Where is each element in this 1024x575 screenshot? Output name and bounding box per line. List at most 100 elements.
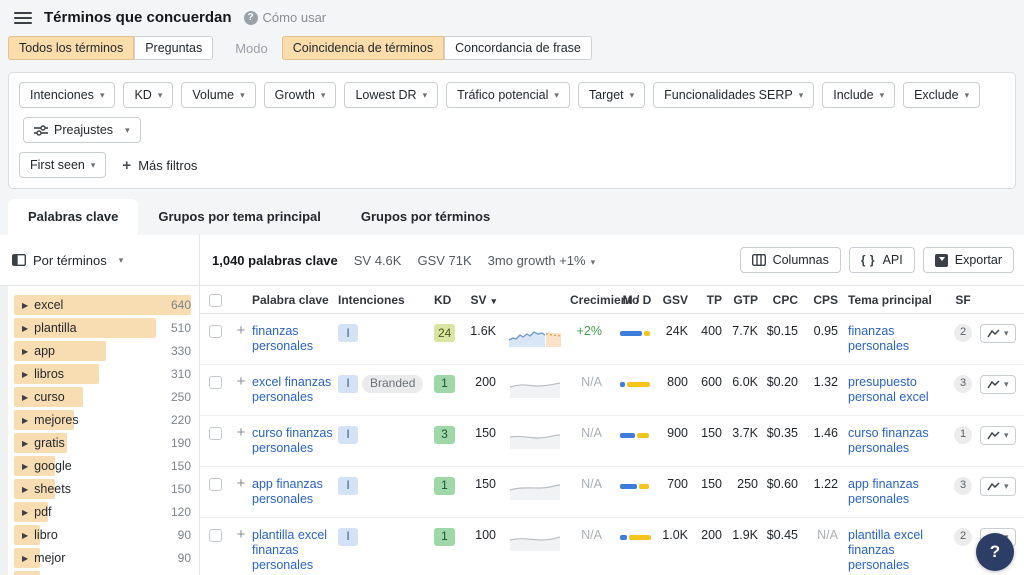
segment-all-terms[interactable]: Todos los términos xyxy=(8,36,134,60)
position-history-button[interactable]: ▾ xyxy=(980,375,1016,394)
serp-features-badge: 2 xyxy=(954,324,972,342)
sidebar-term-item[interactable]: ▶ apps 80 xyxy=(14,570,191,575)
sidebar-term-item[interactable]: ▶ pdf 120 xyxy=(14,501,191,523)
parent-topic-link[interactable]: plantilla excel finanzas personales xyxy=(848,528,948,574)
term-label: plantilla xyxy=(34,321,76,335)
filter-pill[interactable]: Tráfico potencial▾ xyxy=(446,82,570,108)
presets-button[interactable]: Preajustes▾ xyxy=(23,117,141,143)
col-topic[interactable]: Tema principal xyxy=(842,293,948,307)
tab-groups-terms[interactable]: Grupos por términos xyxy=(341,199,510,235)
filter-pill[interactable]: Target▾ xyxy=(578,82,645,108)
keyword-link[interactable]: finanzas personales xyxy=(252,324,338,355)
gsv-value: 700 xyxy=(660,477,700,493)
growth-value: N/A xyxy=(570,477,614,493)
col-intents[interactable]: Intenciones xyxy=(338,293,434,307)
col-kd[interactable]: KD xyxy=(434,293,468,307)
position-history-button[interactable]: ▾ xyxy=(980,324,1016,343)
segment-phrase-match[interactable]: Concordancia de frase xyxy=(444,36,592,60)
col-md[interactable]: M / D xyxy=(614,293,660,307)
segment-terms-match[interactable]: Coincidencia de términos xyxy=(282,36,444,60)
sidebar-term-item[interactable]: ▶ plantilla 510 xyxy=(14,317,191,339)
filter-pill[interactable]: Include▾ xyxy=(822,82,895,108)
menu-icon[interactable] xyxy=(14,12,32,24)
keyword-link[interactable]: excel finanzas personales xyxy=(252,375,338,406)
keyword-link[interactable]: app finanzas personales xyxy=(252,477,338,508)
col-sf[interactable]: SF xyxy=(948,293,978,307)
sidebar-scrollbar-track[interactable] xyxy=(0,286,8,575)
trend-sparkline xyxy=(508,477,570,504)
row-checkbox[interactable] xyxy=(209,325,222,338)
row-checkbox[interactable] xyxy=(209,376,222,389)
line-chart-icon xyxy=(987,482,1000,491)
position-history-button[interactable]: ▾ xyxy=(980,477,1016,496)
term-count: 330 xyxy=(171,344,191,358)
first-seen-pill[interactable]: First seen▾ xyxy=(19,152,106,178)
sidebar-term-item[interactable]: ▶ sheets 150 xyxy=(14,478,191,500)
parent-topic-link[interactable]: presupuesto personal excel xyxy=(848,375,948,406)
col-sv[interactable]: SV▾ xyxy=(468,293,508,307)
col-growth[interactable]: Crecimiento xyxy=(570,293,614,307)
chevron-down-icon: ▾ xyxy=(91,160,96,171)
filter-pill[interactable]: KD▾ xyxy=(123,82,173,108)
cpc-value: $0.15 xyxy=(766,324,806,340)
position-history-button[interactable]: ▾ xyxy=(980,426,1016,445)
view-selector-cell: Por términos▾ xyxy=(0,235,200,285)
sidebar-term-item[interactable]: ▶ mejor 90 xyxy=(14,547,191,569)
sidebar-term-item[interactable]: ▶ excel 640 xyxy=(14,294,191,316)
row-checkbox[interactable] xyxy=(209,478,222,491)
columns-button[interactable]: Columnas xyxy=(740,247,841,273)
sidebar-term-item[interactable]: ▶ gratis 190 xyxy=(14,432,191,454)
mode-bar: Todos los términos Preguntas Modo Coinci… xyxy=(0,32,1024,70)
kd-badge: 3 xyxy=(434,426,455,444)
tab-keywords[interactable]: Palabras clave xyxy=(8,199,138,235)
sidebar-term-item[interactable]: ▶ libros 310 xyxy=(14,363,191,385)
add-to-list-icon[interactable]: + xyxy=(230,528,252,541)
help-button[interactable]: ? xyxy=(976,533,1014,571)
row-checkbox[interactable] xyxy=(209,427,222,440)
growth-dropdown[interactable]: 3mo growth +1%▾ xyxy=(488,253,595,268)
keyword-link[interactable]: curso finanzas personales xyxy=(252,426,338,457)
sidebar-term-item[interactable]: ▶ curso 250 xyxy=(14,386,191,408)
export-button[interactable]: Exportar xyxy=(923,247,1014,273)
col-gsv[interactable]: GSV xyxy=(660,293,700,307)
how-to-use-link[interactable]: ? Cómo usar xyxy=(244,10,327,25)
parent-topic-link[interactable]: app finanzas personales xyxy=(848,477,948,508)
mobile-desktop-bar xyxy=(620,535,656,540)
sidebar-term-item[interactable]: ▶ libro 90 xyxy=(14,524,191,546)
term-label: libros xyxy=(34,367,64,381)
tp-value: 150 xyxy=(700,426,730,442)
filter-pill[interactable]: Intenciones▾ xyxy=(19,82,115,108)
sidebar-term-item[interactable]: ▶ google 150 xyxy=(14,455,191,477)
mobile-desktop-bar xyxy=(620,382,656,387)
sidebar-term-item[interactable]: ▶ app 330 xyxy=(14,340,191,362)
add-to-list-icon[interactable]: + xyxy=(230,426,252,439)
add-to-list-icon[interactable]: + xyxy=(230,375,252,388)
filter-pill[interactable]: Exclude▾ xyxy=(903,82,980,108)
select-all-checkbox[interactable] xyxy=(209,294,222,307)
col-keyword[interactable]: Palabra clave xyxy=(252,293,338,307)
tab-groups-parent-topic[interactable]: Grupos por tema principal xyxy=(138,199,341,235)
filter-pill[interactable]: Growth▾ xyxy=(264,82,337,108)
filter-pill[interactable]: Volume▾ xyxy=(181,82,255,108)
view-selector[interactable]: Por términos▾ xyxy=(12,253,123,268)
chevron-down-icon: ▾ xyxy=(799,90,804,101)
segment-questions[interactable]: Preguntas xyxy=(134,36,213,60)
parent-topic-link[interactable]: finanzas personales xyxy=(848,324,948,355)
filter-pill[interactable]: Lowest DR▾ xyxy=(344,82,438,108)
keyword-link[interactable]: plantilla excel finanzas personales xyxy=(252,528,338,574)
sv-value: 100 xyxy=(468,528,508,544)
trend-sparkline xyxy=(508,426,570,453)
col-tp[interactable]: TP xyxy=(700,293,730,307)
sidebar-term-item[interactable]: ▶ mejores 220 xyxy=(14,409,191,431)
more-filters-button[interactable]: + Más filtros xyxy=(122,157,197,174)
col-cpc[interactable]: CPC xyxy=(766,293,806,307)
row-checkbox[interactable] xyxy=(209,529,222,542)
api-button[interactable]: { } API xyxy=(849,247,915,273)
add-to-list-icon[interactable]: + xyxy=(230,477,252,490)
parent-topic-link[interactable]: curso finanzas personales xyxy=(848,426,948,457)
add-to-list-icon[interactable]: + xyxy=(230,324,252,337)
col-gtp[interactable]: GTP xyxy=(730,293,766,307)
filter-pill[interactable]: Funcionalidades SERP▾ xyxy=(653,82,814,108)
col-cps[interactable]: CPS xyxy=(806,293,842,307)
chevron-down-icon: ▾ xyxy=(423,90,428,101)
